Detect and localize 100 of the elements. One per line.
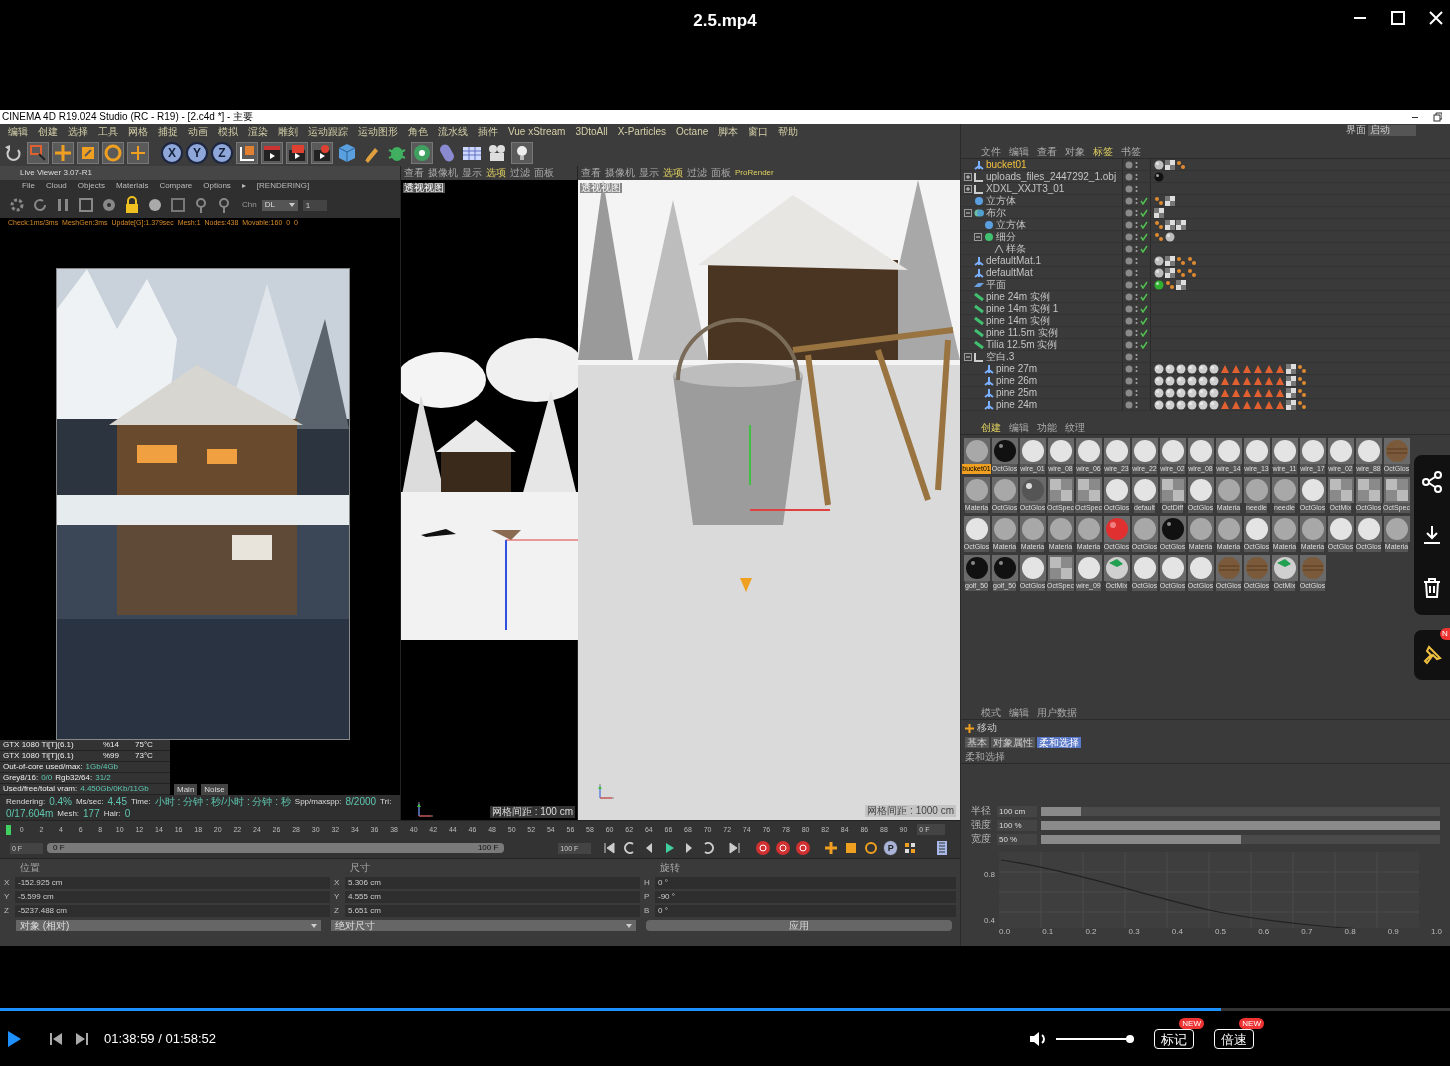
texture-tag-icon[interactable] xyxy=(1165,255,1175,266)
phong-tag-icon[interactable] xyxy=(1154,231,1164,242)
player-button[interactable]: 标记 xyxy=(1154,1029,1194,1049)
material-tag-icon[interactable] xyxy=(1165,399,1175,410)
menu-item[interactable]: 帮助 xyxy=(778,127,799,137)
visibility-dots-icon[interactable] xyxy=(1135,196,1138,205)
cone-tag-icon[interactable] xyxy=(1264,363,1274,374)
check-icon[interactable] xyxy=(1140,220,1148,229)
coordinate-field[interactable]: -152.925 cm xyxy=(15,876,330,889)
menu-item[interactable]: 文件 xyxy=(981,146,1001,157)
object-name[interactable]: bucket01 xyxy=(986,159,1027,170)
scale-icon[interactable] xyxy=(77,142,99,164)
visibility-dots-icon[interactable] xyxy=(1135,208,1138,217)
material-preview-icon[interactable] xyxy=(1187,555,1214,581)
menu-item[interactable]: 面板 xyxy=(534,168,554,178)
number-field[interactable]: 1 xyxy=(302,199,327,211)
visibility-dots-icon[interactable] xyxy=(1135,376,1138,385)
texture-tag-icon[interactable] xyxy=(1286,375,1296,386)
rotate-icon[interactable] xyxy=(102,142,124,164)
object-name[interactable]: pine 24m xyxy=(996,399,1038,410)
layout-dropdown[interactable]: 启动 xyxy=(1368,125,1416,136)
cone-tag-icon[interactable] xyxy=(1242,375,1252,386)
object-name[interactable]: 立方体 xyxy=(986,195,1016,206)
visibility-dots-icon[interactable] xyxy=(1135,340,1138,349)
material-tag-icon[interactable] xyxy=(1154,387,1164,398)
menu-item[interactable]: ProRender xyxy=(735,169,774,177)
first-frame-icon[interactable] xyxy=(601,840,618,857)
phong-tag-icon[interactable] xyxy=(1297,363,1307,374)
material-preview-icon[interactable] xyxy=(1215,477,1242,503)
phong-tag-icon[interactable] xyxy=(1176,267,1186,278)
object-name[interactable]: pine 14m 实例 xyxy=(986,315,1050,326)
material-preview-icon[interactable] xyxy=(1019,477,1046,503)
axis-lock-button[interactable]: X xyxy=(161,142,183,164)
region-icon[interactable] xyxy=(77,196,95,214)
check-icon[interactable] xyxy=(1140,208,1148,217)
material-preview-icon[interactable] xyxy=(1103,516,1130,542)
material-preview-icon[interactable] xyxy=(1047,477,1074,503)
visibility-dots-icon[interactable] xyxy=(1135,364,1138,373)
sphere-icon[interactable] xyxy=(146,196,164,214)
value-field[interactable]: 50 % xyxy=(997,833,1037,845)
visibility-dots-icon[interactable] xyxy=(1135,256,1138,265)
menu-item[interactable]: 选项 xyxy=(486,168,506,178)
value-field[interactable]: 100 % xyxy=(997,819,1037,831)
coordinate-field[interactable]: 0 ° xyxy=(655,876,956,889)
menu-item[interactable]: X-Particles xyxy=(617,127,667,137)
object-name[interactable]: pine 27m xyxy=(996,363,1038,374)
material-preview-icon[interactable] xyxy=(1075,516,1102,542)
menu-item[interactable]: 编辑 xyxy=(8,127,28,137)
material-tag-icon[interactable] xyxy=(1154,255,1164,266)
texture-tag-icon[interactable] xyxy=(1154,207,1164,218)
cone-tag-icon[interactable] xyxy=(1242,363,1252,374)
material-preview-icon[interactable] xyxy=(1355,438,1382,464)
menu-item[interactable]: 创建 xyxy=(981,422,1001,433)
cone-tag-icon[interactable] xyxy=(1264,399,1274,410)
texture-tag-icon[interactable] xyxy=(1165,159,1175,170)
material-preview-icon[interactable] xyxy=(1383,516,1410,542)
key-selection-icon[interactable] xyxy=(795,840,812,857)
axis-lock-button[interactable]: Z xyxy=(211,142,233,164)
material-preview-icon[interactable] xyxy=(1103,555,1130,581)
menu-item[interactable]: Materials xyxy=(115,182,149,190)
material-preview-icon[interactable] xyxy=(963,438,990,464)
menu-item[interactable]: 过滤 xyxy=(510,168,530,178)
material-preview-icon[interactable] xyxy=(1075,477,1102,503)
material-preview-icon[interactable] xyxy=(1215,516,1242,542)
pin-button[interactable] xyxy=(1414,630,1450,680)
phong-tag-icon[interactable] xyxy=(1297,375,1307,386)
menu-item[interactable]: 显示 xyxy=(462,168,482,178)
record-icon[interactable] xyxy=(755,840,772,857)
coordinate-field[interactable]: 5.306 cm xyxy=(345,876,640,889)
apply-button[interactable]: 应用 xyxy=(646,920,952,931)
player-button[interactable]: 倍速 xyxy=(1214,1029,1254,1049)
expand-toggle-icon[interactable] xyxy=(964,208,972,217)
phong-tag-icon[interactable] xyxy=(1176,159,1186,170)
menu-item[interactable]: 纹理 xyxy=(1065,422,1085,433)
menu-item[interactable]: 创建 xyxy=(38,127,58,137)
object-name[interactable]: 空白.3 xyxy=(986,351,1015,362)
slider-fill[interactable] xyxy=(1041,806,1081,816)
menu-item[interactable]: [RENDERING] xyxy=(256,182,310,190)
texture-tag-icon[interactable] xyxy=(1176,279,1186,290)
restore-icon[interactable] xyxy=(1432,112,1442,122)
visibility-dots-icon[interactable] xyxy=(1135,352,1138,361)
menu-item[interactable]: 角色 xyxy=(408,127,428,137)
coordinate-field[interactable]: 5.651 cm xyxy=(345,904,640,917)
material-preview-icon[interactable] xyxy=(1327,438,1354,464)
object-name[interactable]: pine 26m xyxy=(996,375,1038,386)
menu-item[interactable]: 脚本 xyxy=(718,127,739,137)
material-preview-icon[interactable] xyxy=(1047,516,1074,542)
delete-icon[interactable] xyxy=(1421,577,1443,600)
menu-item[interactable]: 渲染 xyxy=(248,127,268,137)
texture-tag-icon[interactable] xyxy=(1286,363,1296,374)
next-icon[interactable] xyxy=(74,1030,90,1047)
phong-tag-icon[interactable] xyxy=(1187,267,1197,278)
menu-item[interactable]: 功能 xyxy=(1037,422,1057,433)
menu-item[interactable]: 工具 xyxy=(98,127,118,137)
material-preview-icon[interactable] xyxy=(991,477,1018,503)
material-preview-icon[interactable] xyxy=(1047,555,1074,581)
material-preview-icon[interactable] xyxy=(1131,555,1158,581)
coordinate-field[interactable]: -5237.488 cm xyxy=(15,904,330,917)
menu-item[interactable]: 摄像机 xyxy=(605,168,635,178)
tab[interactable]: 柔和选择 xyxy=(1037,737,1081,748)
